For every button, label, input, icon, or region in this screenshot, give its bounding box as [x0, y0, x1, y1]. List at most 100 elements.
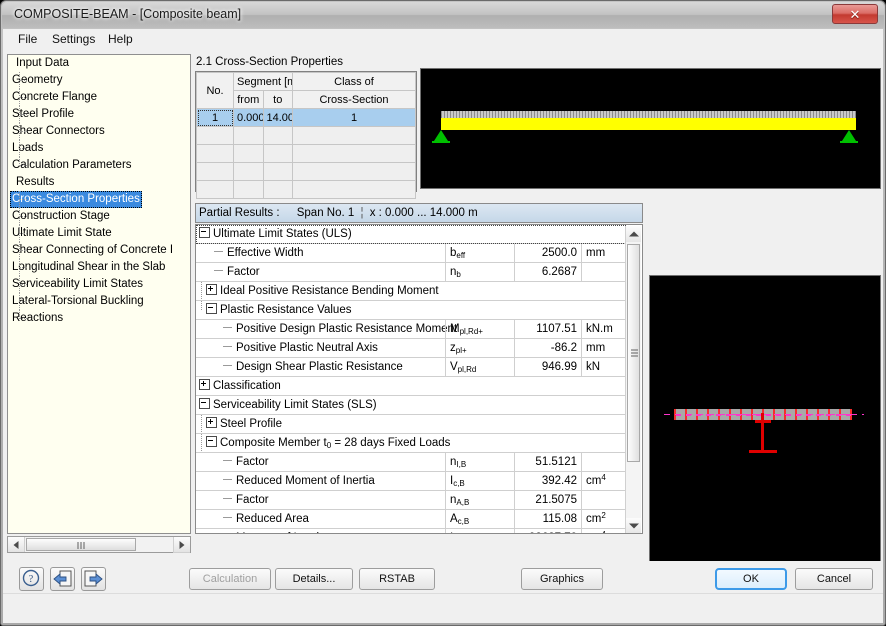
sidebar-item-concrete-flange[interactable]: Concrete Flange	[8, 89, 190, 106]
cell-class[interactable]	[292, 126, 416, 145]
result-row-factor-nab[interactable]: Factor nA,B 21.5075	[196, 491, 626, 510]
table-row[interactable]: 1 0.000 14.000 1	[196, 108, 416, 127]
cell-no[interactable]	[196, 144, 234, 163]
details-button[interactable]: Details...	[275, 568, 353, 590]
collapse-toggle-icon[interactable]	[206, 303, 217, 315]
result-unit: kN	[581, 358, 626, 376]
sidebar-item-reactions[interactable]: Reactions	[8, 310, 190, 327]
result-group-sls[interactable]: Serviceability Limit States (SLS)	[196, 396, 626, 415]
table-row[interactable]	[196, 144, 416, 163]
menu-help[interactable]: Help	[101, 32, 140, 48]
sidebar-horizontal-scrollbar[interactable]	[7, 536, 191, 553]
cell-from[interactable]	[233, 180, 264, 199]
sidebar-item-shear-connecting-concrete[interactable]: Shear Connecting of Concrete I	[8, 242, 190, 259]
result-row-reduced-area[interactable]: Reduced Area Ac,B 115.08 cm2	[196, 510, 626, 529]
help-button[interactable]: ?	[19, 567, 44, 591]
scroll-up-icon[interactable]	[626, 226, 641, 242]
result-group-classification[interactable]: Classification	[196, 377, 626, 396]
scroll-left-icon[interactable]	[8, 537, 25, 552]
navigation-tree[interactable]: Input Data Geometry Concrete Flange Stee…	[7, 54, 191, 534]
cell-from[interactable]	[233, 126, 264, 145]
cell-class[interactable]	[292, 162, 416, 181]
sidebar-item-steel-profile[interactable]: Steel Profile	[8, 106, 190, 123]
result-row-effective-width[interactable]: Effective Width beff 2500.0 mm	[196, 244, 626, 263]
result-label: Composite Member t	[220, 437, 327, 449]
cell-to[interactable]	[262, 180, 293, 199]
result-group-plastic-resistance-values[interactable]: Plastic Resistance Values	[196, 301, 626, 320]
cell-to[interactable]	[262, 162, 293, 181]
scroll-down-icon[interactable]	[626, 518, 641, 533]
result-row-positive-design-plastic-moment[interactable]: Positive Design Plastic Resistance Momen…	[196, 320, 626, 339]
menu-settings[interactable]: Settings	[45, 32, 102, 48]
result-group-composite-member-28-days[interactable]: Composite Member t0 = 28 days Fixed Load…	[196, 434, 626, 453]
sidebar-item-construction-stage[interactable]: Construction Stage	[8, 208, 190, 225]
cross-section-graphic[interactable]	[649, 275, 881, 585]
sidebar-item-results[interactable]: Results	[8, 174, 190, 191]
results-vertical-scrollbar[interactable]	[625, 226, 641, 533]
sidebar-item-serviceability-limit-states[interactable]: Serviceability Limit States	[8, 276, 190, 293]
result-row-design-shear-plastic-resistance[interactable]: Design Shear Plastic Resistance Vpl,Rd 9…	[196, 358, 626, 377]
result-group-uls[interactable]: Ultimate Limit States (ULS)	[196, 225, 626, 244]
expand-toggle-icon[interactable]	[199, 379, 210, 391]
cell-no[interactable]	[196, 180, 234, 199]
result-group-ideal-positive-resistance[interactable]: Ideal Positive Resistance Bending Moment	[196, 282, 626, 301]
result-group-steel-profile[interactable]: Steel Profile	[196, 415, 626, 434]
scroll-right-icon[interactable]	[173, 537, 190, 553]
grip-icon	[77, 542, 85, 549]
result-row-moment-of-inertia[interactable]: Moment of Inertia Ii,B 92627.70 cm4	[196, 529, 626, 533]
beam-elevation-graphic[interactable]	[420, 68, 881, 189]
result-label: Positive Plastic Neutral Axis	[236, 342, 378, 354]
collapse-toggle-icon[interactable]	[206, 436, 217, 448]
cell-no[interactable]	[196, 162, 234, 181]
result-row-factor-nb[interactable]: Factor nb 6.2687	[196, 263, 626, 282]
collapse-toggle-icon[interactable]	[199, 398, 210, 410]
sidebar-item-longitudinal-shear-slab[interactable]: Longitudinal Shear in the Slab	[8, 259, 190, 276]
graphics-button[interactable]: Graphics	[521, 568, 603, 590]
cell-no[interactable]	[196, 126, 234, 145]
close-button[interactable]: ✕	[832, 4, 878, 24]
sidebar-item-loads[interactable]: Loads	[8, 140, 190, 157]
table-row[interactable]	[196, 180, 416, 199]
scrollbar-thumb-horizontal[interactable]	[26, 538, 136, 551]
expand-toggle-icon[interactable]	[206, 284, 217, 296]
rstab-button[interactable]: RSTAB	[359, 568, 435, 590]
partial-results-x-range: x : 0.000 ... 14.000 m	[369, 207, 478, 219]
calculation-button[interactable]: Calculation	[189, 568, 271, 590]
collapse-toggle-icon[interactable]	[199, 227, 210, 239]
cell-from[interactable]	[233, 144, 264, 163]
cell-to[interactable]	[262, 144, 293, 163]
cell-class[interactable]	[292, 180, 416, 199]
scrollbar-thumb-vertical[interactable]	[627, 244, 640, 462]
cell-to[interactable]	[262, 126, 293, 145]
table-row[interactable]	[196, 126, 416, 145]
sidebar-item-geometry[interactable]: Geometry	[8, 72, 190, 89]
result-row-reduced-moment-of-inertia[interactable]: Reduced Moment of Inertia Ic,B 392.42 cm…	[196, 472, 626, 491]
cell-to[interactable]: 14.000	[262, 108, 293, 127]
sidebar-item-cross-section-properties[interactable]: Cross-Section Properties	[8, 191, 190, 208]
cell-from[interactable]	[233, 162, 264, 181]
partial-results-span: Span No. 1	[296, 207, 355, 219]
cross-section-table[interactable]: No. Segment [m] Class of from to Cross-S…	[195, 71, 417, 199]
result-row-positive-plastic-neutral-axis[interactable]: Positive Plastic Neutral Axis zpl+ -86.2…	[196, 339, 626, 358]
cell-class[interactable]	[292, 144, 416, 163]
previous-button[interactable]	[50, 567, 75, 591]
sidebar-item-input-data[interactable]: Input Data	[8, 55, 190, 72]
ok-button[interactable]: OK	[715, 568, 787, 590]
cancel-button[interactable]: Cancel	[795, 568, 873, 590]
partial-results-tree[interactable]: Ultimate Limit States (ULS) Effective Wi…	[195, 224, 643, 534]
result-label: Steel Profile	[220, 418, 283, 430]
sidebar-item-ultimate-limit-state[interactable]: Ultimate Limit State	[8, 225, 190, 242]
sidebar-item-shear-connectors[interactable]: Shear Connectors	[8, 123, 190, 140]
sidebar-item-calculation-parameters[interactable]: Calculation Parameters	[8, 157, 190, 174]
cross-section-properties-panel: 2.1 Cross-Section Properties No. Segment…	[195, 54, 417, 199]
sidebar-item-lateral-torsional-buckling[interactable]: Lateral-Torsional Buckling	[8, 293, 190, 310]
next-button[interactable]	[81, 567, 106, 591]
table-row[interactable]	[196, 162, 416, 181]
cell-no[interactable]: 1	[196, 108, 234, 127]
result-unit: kN.m	[581, 320, 626, 338]
cell-from[interactable]: 0.000	[233, 108, 264, 127]
menu-file[interactable]: File	[11, 32, 44, 48]
expand-toggle-icon[interactable]	[206, 417, 217, 429]
cell-class[interactable]: 1	[292, 108, 416, 127]
result-row-factor-nib[interactable]: Factor nI,B 51.5121	[196, 453, 626, 472]
